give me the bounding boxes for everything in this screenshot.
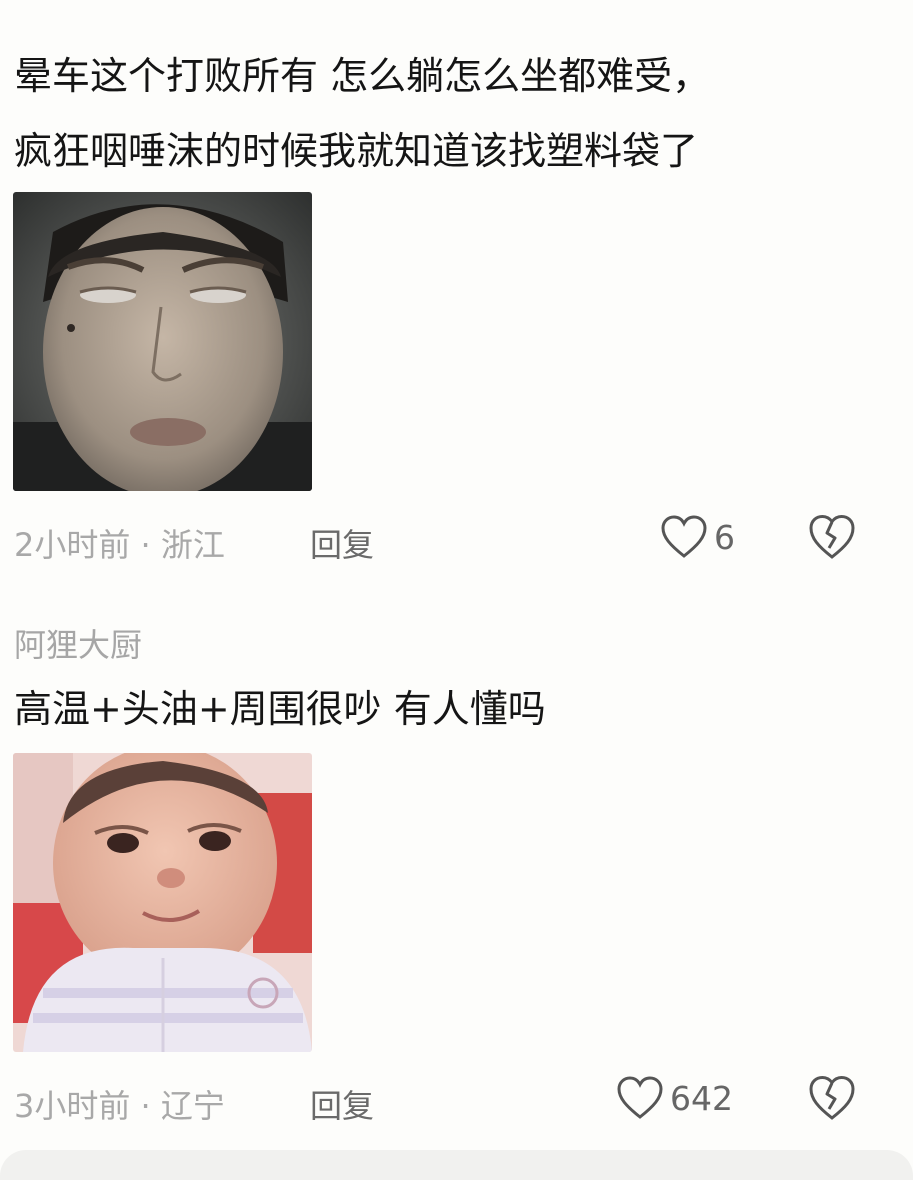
like-count: 6 <box>714 517 735 557</box>
comment-text-line: 晕车这个打败所有 怎么躺怎么坐都难受， <box>14 54 711 98</box>
like-button[interactable]: 642 <box>616 1075 733 1121</box>
dislike-button[interactable] <box>807 514 857 564</box>
broken-heart-icon <box>809 514 855 559</box>
heart-outline-icon <box>661 515 707 558</box>
comment-image[interactable] <box>13 753 312 1052</box>
like-count: 642 <box>670 1078 733 1118</box>
man-face-photo <box>13 192 312 491</box>
dislike-button[interactable] <box>807 1075 857 1125</box>
comment-text-line: 高温+头油+周围很吵 有人懂吗 <box>14 687 546 731</box>
like-button[interactable]: 6 <box>660 514 735 560</box>
comment-meta-row: 2小时前 · 浙江 回复 6 <box>0 512 913 564</box>
reply-button[interactable]: 回复 <box>310 520 374 566</box>
username[interactable]: 阿狸大厨 <box>14 620 142 666</box>
reply-button[interactable]: 回复 <box>310 1081 374 1127</box>
comment-image[interactable] <box>13 192 312 491</box>
time-location: 2小时前 · 浙江 <box>14 526 225 564</box>
baby-face-photo <box>13 753 312 1052</box>
broken-heart-icon <box>809 1075 855 1120</box>
comment-input-bar[interactable] <box>0 1150 913 1180</box>
comment-text-line: 疯狂咽唾沫的时候我就知道该找塑料袋了 <box>14 129 699 173</box>
heart-outline-icon <box>617 1076 663 1119</box>
comment-meta-row: 3小时前 · 辽宁 回复 642 <box>0 1073 913 1125</box>
time-location: 3小时前 · 辽宁 <box>14 1087 225 1125</box>
